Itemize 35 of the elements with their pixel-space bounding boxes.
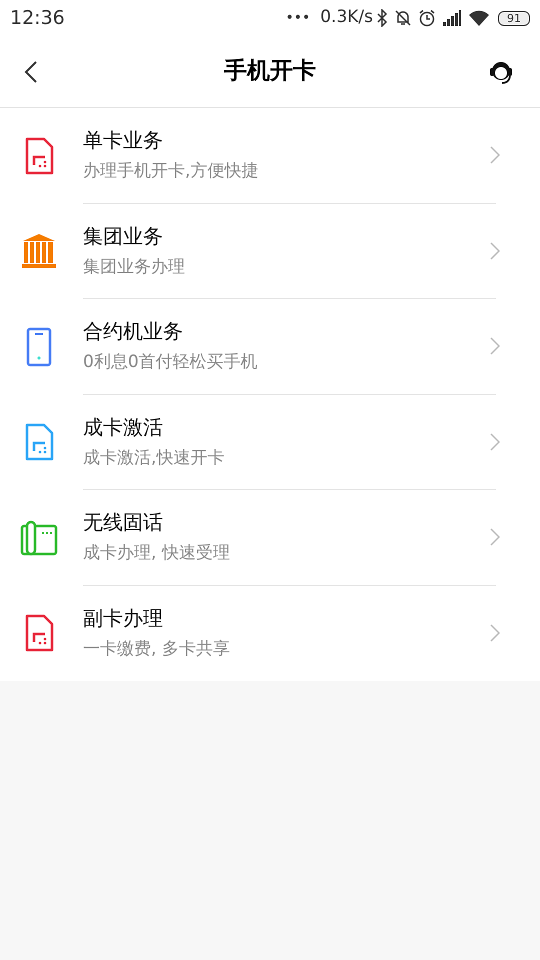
item-title: 副卡办理 <box>83 606 164 632</box>
chevron-right-icon <box>490 146 500 164</box>
bluetooth-icon <box>376 9 388 27</box>
back-icon[interactable] <box>24 60 38 84</box>
muted-bell-icon <box>394 9 412 27</box>
chevron-right-icon <box>490 624 500 642</box>
more-notifications: ••• <box>285 8 310 28</box>
battery-indicator: 91 <box>498 10 530 26</box>
item-subtitle: 成卡办理, 快速受理 <box>83 543 231 564</box>
chevron-right-icon <box>490 528 500 546</box>
network-speed: 0.3K/s <box>320 6 373 30</box>
chevron-right-icon <box>490 432 500 451</box>
item-title: 集团业务 <box>83 224 164 249</box>
service-list-item[interactable]: 集团业务 集团业务办理 <box>0 204 540 299</box>
service-list-item[interactable]: 成卡激活 成卡激活,快速开卡 <box>0 394 540 490</box>
item-title: 无线固话 <box>83 510 164 536</box>
item-subtitle: 成卡激活,快速开卡 <box>83 448 226 469</box>
service-list-item[interactable]: 单卡业务 办理手机开卡,方便快捷 <box>0 108 540 204</box>
status-time: 12:36 <box>10 6 65 31</box>
page-title: 手机开卡 <box>223 57 317 86</box>
alarm-clock-icon <box>418 9 436 27</box>
service-list-item[interactable]: 无线固话 成卡办理, 快速受理 <box>0 490 540 586</box>
chevron-right-icon <box>490 242 500 260</box>
item-subtitle: 0利息0首付轻松买手机 <box>83 352 259 374</box>
item-subtitle: 一卡缴费, 多卡共享 <box>83 639 231 660</box>
chevron-right-icon <box>490 337 500 356</box>
item-title: 合约机业务 <box>83 319 184 344</box>
item-subtitle: 集团业务办理 <box>83 256 186 278</box>
wifi-icon <box>468 10 490 26</box>
signal-icon <box>442 10 462 26</box>
item-subtitle: 办理手机开卡,方便快捷 <box>83 161 260 182</box>
item-title: 单卡业务 <box>83 128 164 154</box>
service-list-item[interactable]: 副卡办理 一卡缴费, 多卡共享 <box>0 586 540 681</box>
service-list-item[interactable]: 合约机业务 0利息0首付轻松买手机 <box>0 299 540 394</box>
item-title: 成卡激活 <box>83 414 164 440</box>
